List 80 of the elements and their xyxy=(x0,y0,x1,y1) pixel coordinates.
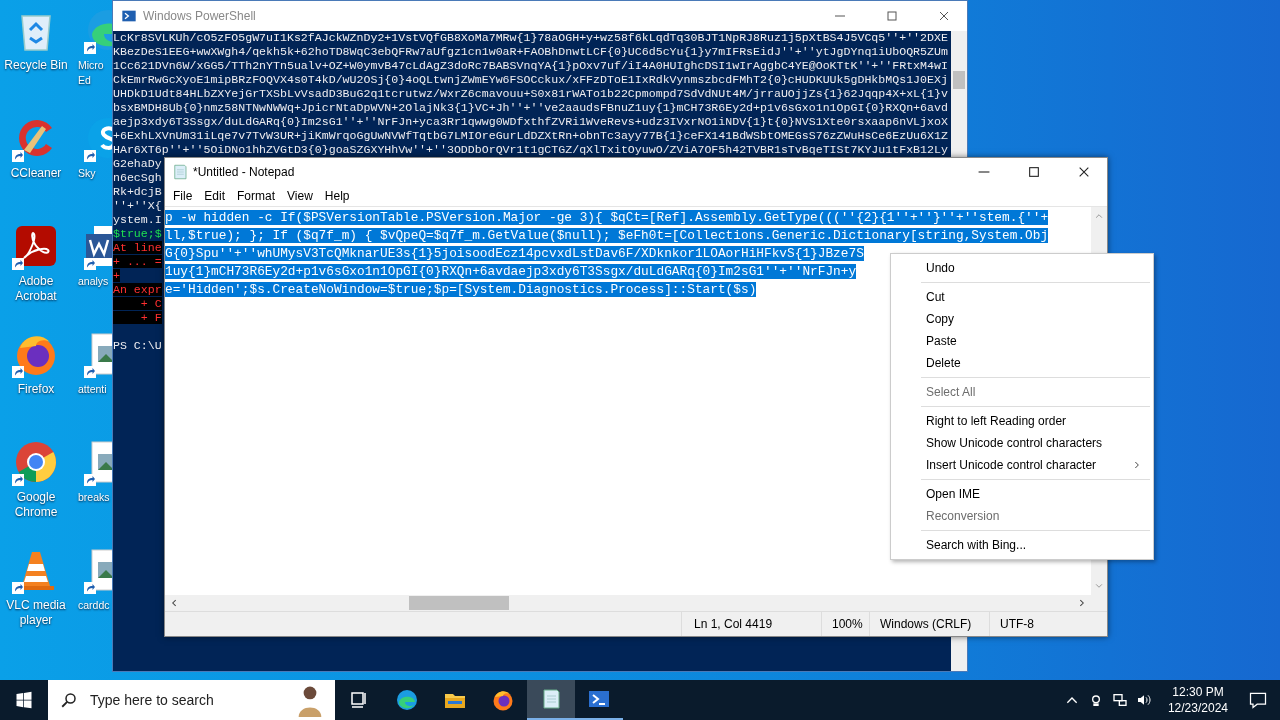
menu-item[interactable]: Paste xyxy=(893,330,1151,352)
icon-label: analys xyxy=(78,274,109,289)
icon-label: Adobe Acrobat xyxy=(14,274,58,304)
icon-label: VLC media player xyxy=(5,598,67,628)
taskbar-button[interactable] xyxy=(527,680,575,720)
shortcut-arrow-icon xyxy=(84,258,96,270)
console-line: aejp3xdy6T3Ssgx/duLdGARq{0}Im2sG1''+''NrFJn+yca3Rr1qwwg0WDfxthfZVRi1WveRevs+udz3IVxrNO1iNDV{1}t{0}NVS1Xte0rsxaap6nVLjxoX xyxy=(113,115,948,128)
search-field[interactable]: Type here to search xyxy=(88,691,283,709)
console-line: Rk+dcjB xyxy=(113,185,162,198)
console-line: UHDkD1Udt84HLbZXYejGrTXSbLvVsadD3BuG2q1tcrutwz/WxrZ6cmavouu+S0x81rWATo1b22Cpmompd7SdVdNUt4M/jrraUOjjZs{1}62Jqqp4X+xL{1}v xyxy=(113,87,948,100)
icon-label: Sky xyxy=(78,166,96,181)
icon-label: carddc xyxy=(78,598,110,613)
menu-item[interactable]: Format xyxy=(231,189,282,203)
shortcut-arrow-icon xyxy=(12,474,24,486)
speaker-icon[interactable] xyxy=(1135,692,1152,708)
clock-date[interactable]: 12/23/2024 xyxy=(1167,700,1228,716)
scrollbar[interactable] xyxy=(165,595,1107,611)
icon-label: attenti xyxy=(78,382,107,397)
shortcut-arrow-icon xyxy=(12,582,24,594)
menu-item[interactable]: Right to left Reading order xyxy=(893,410,1151,432)
caret-down-icon xyxy=(1094,581,1104,591)
console-line: ystem.I xyxy=(113,213,162,226)
shortcut-arrow-icon xyxy=(12,150,24,162)
shortcut-arrow-icon xyxy=(12,366,24,378)
shortcut-arrow-icon xyxy=(84,42,96,54)
caret-up-icon xyxy=(1094,211,1104,221)
menu-item[interactable]: Help xyxy=(318,189,356,203)
menu-item[interactable]: Insert Unicode control character xyxy=(893,454,1151,476)
network-icon[interactable] xyxy=(1111,692,1128,708)
clock-time[interactable]: 12:30 PM xyxy=(1172,684,1224,700)
status-field: Ln 1, Col 4419 xyxy=(681,612,821,636)
console-line: n6ecSgh xyxy=(113,171,162,184)
caret-left-icon xyxy=(169,598,179,608)
shortcut-arrow-icon xyxy=(84,150,96,162)
icon-label: Firefox xyxy=(16,382,56,397)
menu-item[interactable]: File xyxy=(167,189,199,203)
console-line: ''+''X{ xyxy=(113,199,162,212)
shortcut-arrow-icon xyxy=(84,366,96,378)
console-line: $true;$ xyxy=(113,227,162,240)
menu-item[interactable]: Search with Bing... xyxy=(893,534,1151,556)
notification-icon[interactable] xyxy=(1248,690,1268,710)
icon-label: breaks xyxy=(78,490,110,505)
window-title: *Untitled - Notepad xyxy=(193,165,295,179)
window-title: Windows PowerShell xyxy=(143,9,256,23)
shortcut-arrow-icon xyxy=(84,474,96,486)
console-line: LcKr8SVLKUh/cO5zFO5gW7uI1Ks2fAJckWZnDy2+1VstVQfGB8XoMa7MRw{1}78aOGH+y+wz58f6kLqdTq30BJT1NpRJ8Ruz1j5pXtBS4J5VCq5''+''2DXE xyxy=(113,31,948,44)
chevron-right-icon xyxy=(1133,461,1141,469)
console-line: +6ExhLXVnUm31iLqe7v7TvW3UR+jiKmWrqoGgUwNVWfTqtbG7LMIOreGurLdDZXtRn+obnTc3ayy77B{1}ceFX141BdWSbtOMEGsS76zZWuHsCe6EzUu6X1Z xyxy=(113,129,948,142)
menu-item[interactable]: Open IME xyxy=(893,483,1151,505)
console-line: 1Cc621DVn6W/xGG5/TTh2nYTn5ualv+OZ+W0ymvB47cLdAgZ3doRc7BABSVnqYA{1}pOxv7uf/iI4A0HUIghcDSI1wIrAggbC4YE@OoKTtK''+''FRtxM4wI xyxy=(113,59,948,72)
status-field: Windows (CRLF) xyxy=(869,612,989,636)
console-line: KBezDeS1EEG+wwXWgh4/qekh5k+62hoTD8WqC3ebQFRw7aUfgz1cn1w0aR+FAOBhDnwtLCF{0}UC6d5cYu{1}y7mIFRsEidJ''+''ytJgDYnq1iUbOQR5ZUm xyxy=(113,45,948,58)
icon-label: Google Chrome xyxy=(13,490,59,520)
firefox-icon xyxy=(491,688,515,712)
windows-logo-icon[interactable] xyxy=(15,691,33,709)
console-line: HAr6XT6p''+''5OiDNo1hhZVGtD3{0}goaSZGXYHhVw''+''3ODDbOrQVr1t1gCTGZ/qXlTxitOyuwO/ZViA7OF5h42TVBR1sTvBqeTISt7KYJu1tFxB12Ly xyxy=(113,143,948,156)
notepad-icon xyxy=(171,163,189,181)
icon-label: Recycle Bin xyxy=(3,58,69,73)
icon-label: Micro Ed xyxy=(78,58,105,88)
console-line: CkEmrRwGcXyoE1mipBRzFOQVX4s0T4kD/wU2OSj{0}4oQLtwnjZWmEYw6FSOCckux/xFFzDToE1IxRdkVynmszbcdFMhT2{0}cHUDKUUk5gDHkbMQs1J0EXj xyxy=(113,73,948,86)
console-line: bsxBMDH8Ub{0}nmz58NTNwNWWq+JpicrNtaDpWVN+2OlajNk3{1}VC+Jh''+''ve2aaudsFBnuZ1uy{1}mCH73R6Ey2d+p1v6sGxo1n1OpGI{0}RXQn+6avd xyxy=(113,101,948,114)
console-line: G2ehaDy xyxy=(113,157,162,170)
shortcut-arrow-icon xyxy=(84,582,96,594)
console-line: PS C:\U xyxy=(113,339,162,352)
menu-item[interactable]: View xyxy=(281,189,319,203)
status-field: 100% xyxy=(821,612,869,636)
menu-item[interactable]: Delete xyxy=(893,352,1151,374)
powershell-icon xyxy=(121,8,137,24)
menu-item[interactable]: Copy xyxy=(893,308,1151,330)
caret-right-icon xyxy=(1077,598,1087,608)
shortcut-arrow-icon xyxy=(12,258,24,270)
search-icon xyxy=(60,691,78,709)
search-box[interactable]: Type here to search xyxy=(48,680,335,720)
edge-icon xyxy=(395,688,419,712)
menu-item[interactable]: Edit xyxy=(198,189,232,203)
menu-item[interactable]: Show Unicode control characters xyxy=(893,432,1151,454)
status-field: UTF-8 xyxy=(989,612,1107,636)
icon-label: CCleaner xyxy=(9,166,63,181)
menu-item[interactable]: Undo xyxy=(893,257,1151,279)
menu-item[interactable]: Cut xyxy=(893,286,1151,308)
